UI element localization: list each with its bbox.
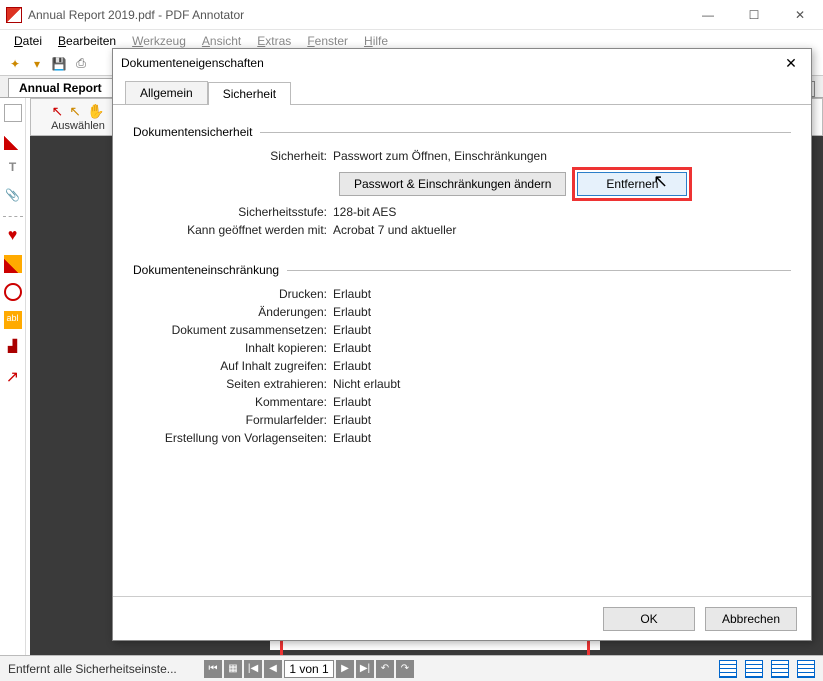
value-changes: Erlaubt — [333, 305, 791, 319]
new-doc-icon[interactable]: ✦ — [6, 55, 24, 73]
value-formfields: Erlaubt — [333, 413, 791, 427]
nav-first-icon[interactable]: ⏮ — [204, 660, 222, 678]
value-templates: Erlaubt — [333, 431, 791, 445]
label-changes: Änderungen: — [133, 305, 333, 319]
value-access: Erlaubt — [333, 359, 791, 373]
dialog-titlebar: Dokumenteneigenschaften ✕ — [113, 49, 811, 77]
tab-security[interactable]: Sicherheit — [208, 82, 291, 105]
save-icon[interactable]: 💾 — [50, 55, 68, 73]
label-open-with: Kann geöffnet werden mit: — [133, 223, 333, 237]
remove-security-button[interactable]: Entfernen — [577, 172, 687, 196]
dialog-tabs: Allgemein Sicherheit — [113, 77, 811, 105]
selector-icon[interactable] — [4, 104, 22, 122]
label-extract: Seiten extrahieren: — [133, 377, 333, 391]
status-bar: Entfernt alle Sicherheitseinste... ⏮ ▦ |… — [0, 655, 823, 681]
view-mode-4-icon[interactable] — [797, 660, 815, 678]
attachment-icon[interactable]: 📎 — [4, 188, 22, 206]
value-security-level: 128-bit AES — [333, 205, 791, 219]
view-mode-3-icon[interactable] — [771, 660, 789, 678]
app-icon — [6, 7, 22, 23]
select-tool-label: Auswählen — [51, 120, 105, 132]
print-icon[interactable]: ⎙ — [72, 55, 90, 73]
cursor-text-icon[interactable]: ↖ — [69, 103, 81, 120]
value-security: Passwort zum Öffnen, Einschränkungen — [333, 149, 791, 163]
nav-prev-icon[interactable]: ◀ — [264, 660, 282, 678]
value-comments: Erlaubt — [333, 395, 791, 409]
open-folder-icon[interactable]: ▾ — [28, 55, 46, 73]
label-templates: Erstellung von Vorlagenseiten: — [133, 431, 333, 445]
change-password-button[interactable]: Passwort & Einschränkungen ändern — [339, 172, 566, 196]
nav-next-last-icon[interactable]: ▶| — [356, 660, 374, 678]
group-restrictions-label: Dokumenteneinschränkung — [133, 263, 279, 277]
nav-next-icon[interactable]: ▶ — [336, 660, 354, 678]
value-assemble: Erlaubt — [333, 323, 791, 337]
page-number-input[interactable] — [284, 660, 334, 678]
label-formfields: Formularfelder: — [133, 413, 333, 427]
dialog-body: Dokumentensicherheit Sicherheit: Passwor… — [113, 105, 811, 596]
minimize-button[interactable]: — — [685, 0, 731, 30]
label-print: Drucken: — [133, 287, 333, 301]
value-copy: Erlaubt — [333, 341, 791, 355]
window-title: Annual Report 2019.pdf - PDF Annotator — [28, 8, 685, 22]
close-button[interactable]: ✕ — [777, 0, 823, 30]
tab-general[interactable]: Allgemein — [125, 81, 208, 104]
value-open-with: Acrobat 7 und aktueller — [333, 223, 791, 237]
label-security: Sicherheit: — [133, 149, 333, 163]
ok-button[interactable]: OK — [603, 607, 695, 631]
label-assemble: Dokument zusammensetzen: — [133, 323, 333, 337]
value-extract: Nicht erlaubt — [333, 377, 791, 391]
dialog-footer: OK Abbrechen — [113, 596, 811, 640]
group-document-security: Dokumentensicherheit — [133, 125, 791, 139]
favorite-icon[interactable]: ♥ — [4, 227, 22, 245]
nav-fwd-icon[interactable]: ↷ — [396, 660, 414, 678]
menu-datei[interactable]: DDateiatei — [8, 32, 48, 50]
nav-layout-icon[interactable]: ▦ — [224, 660, 242, 678]
value-print: Erlaubt — [333, 287, 791, 301]
dialog-title: Dokumenteneigenschaften — [121, 56, 779, 70]
cancel-button[interactable]: Abbrechen — [705, 607, 797, 631]
pen-tool-icon[interactable] — [4, 132, 22, 150]
nav-prev-first-icon[interactable]: |◀ — [244, 660, 262, 678]
stamp-icon[interactable]: ▟ — [4, 339, 22, 357]
text-tool-icon[interactable]: T — [4, 160, 22, 178]
separator — [3, 216, 23, 217]
label-tool-icon[interactable]: abl — [4, 311, 22, 329]
label-copy: Inhalt kopieren: — [133, 341, 333, 355]
view-mode-2-icon[interactable] — [745, 660, 763, 678]
tool-rail: T 📎 ♥ abl ▟ ↗ — [0, 98, 26, 658]
window-titlebar: Annual Report 2019.pdf - PDF Annotator —… — [0, 0, 823, 30]
maximize-button[interactable]: ☐ — [731, 0, 777, 30]
status-text: Entfernt alle Sicherheitseinste... — [8, 662, 178, 676]
shape-circle-icon[interactable] — [4, 283, 22, 301]
hand-icon[interactable]: ✋ — [87, 103, 104, 120]
label-security-level: Sicherheitsstufe: — [133, 205, 333, 219]
label-comments: Kommentare: — [133, 395, 333, 409]
remove-button-highlight: Entfernen — [572, 167, 692, 201]
dialog-close-button[interactable]: ✕ — [779, 51, 803, 75]
arrow-tool-icon[interactable]: ↗ — [4, 367, 22, 385]
cursor-icon[interactable]: ↖ — [52, 103, 64, 120]
nav-back-icon[interactable]: ↶ — [376, 660, 394, 678]
group-document-restrictions: Dokumenteneinschränkung — [133, 263, 791, 277]
label-access: Auf Inhalt zugreifen: — [133, 359, 333, 373]
highlighter-icon[interactable] — [4, 255, 22, 273]
document-tab[interactable]: Annual Report — [8, 78, 113, 97]
document-properties-dialog: Dokumenteneigenschaften ✕ Allgemein Sich… — [112, 48, 812, 641]
group-security-label: Dokumentensicherheit — [133, 125, 252, 139]
page-navigator: ⏮ ▦ |◀ ◀ ▶ ▶| ↶ ↷ — [204, 660, 414, 678]
view-mode-1-icon[interactable] — [719, 660, 737, 678]
